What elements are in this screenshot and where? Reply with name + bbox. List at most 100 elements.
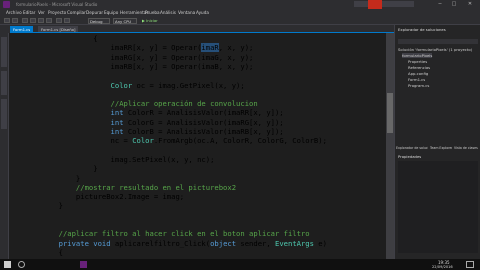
config-dropdown[interactable]: Debug xyxy=(88,17,110,24)
menu-archivo[interactable]: Archivo xyxy=(6,10,22,15)
code-token: , x, y); xyxy=(218,43,254,53)
start-button[interactable]: ▶ Iniciar xyxy=(142,18,164,24)
code-line[interactable]: Color oc = imag.GetPixel(x, y); xyxy=(24,81,245,90)
code-line[interactable]: int ColorB = AnalisisValor(imaRB[x, y]); xyxy=(24,127,284,136)
tree-project[interactable]: formularioPixels xyxy=(402,53,433,58)
properties-grid[interactable] xyxy=(398,161,478,253)
menu-analisis[interactable]: Análisis xyxy=(160,10,176,15)
code-line[interactable]: { xyxy=(24,34,98,43)
code-token: } xyxy=(24,173,81,183)
code-token: //aplicar filtro al hacer click en el bo… xyxy=(24,229,310,239)
code-line[interactable]: //aplicar filtro al hacer click en el bo… xyxy=(24,229,310,238)
quick-launch-input[interactable] xyxy=(354,1,414,7)
menu-ver[interactable]: Ver xyxy=(38,10,45,15)
menu-equipo[interactable]: Equipo xyxy=(104,10,118,15)
toolbox-tab[interactable] xyxy=(1,71,7,95)
menu-proyecto[interactable]: Proyecto xyxy=(48,10,66,15)
tree-app-config[interactable]: App.config xyxy=(408,71,428,76)
maximize-button[interactable]: □ xyxy=(448,1,460,8)
code-line[interactable]: //mostrar resultado en el picturebox2 xyxy=(24,183,236,192)
code-token: imaRR[x, y] = Operar( xyxy=(24,43,202,53)
code-token: { xyxy=(24,247,63,257)
data-sources-tab[interactable] xyxy=(1,99,7,129)
save-button[interactable] xyxy=(38,18,44,23)
tree-program[interactable]: Program.cs xyxy=(408,83,429,88)
code-token: imaR xyxy=(201,43,219,53)
code-line[interactable]: int ColorG = AnalisisValor(imaRG[x, y]); xyxy=(24,118,284,127)
tree-solution[interactable]: Solución 'formularioPixels' (1 proyecto) xyxy=(398,47,472,52)
notifications-icon[interactable] xyxy=(466,261,474,268)
vs-logo-icon xyxy=(3,1,10,8)
panel-tab-solution[interactable]: Explorador de soluciones xyxy=(396,146,428,150)
code-token: Color xyxy=(132,136,154,146)
panel-tab-classes[interactable]: Vista de clases xyxy=(454,146,478,150)
code-token: object xyxy=(210,238,237,248)
open-button[interactable] xyxy=(30,18,36,23)
taskbar-vs-icon[interactable] xyxy=(80,261,87,268)
menu-editar[interactable]: Editar xyxy=(23,10,35,15)
redo-button[interactable] xyxy=(64,18,70,23)
tree-properties[interactable]: Properties xyxy=(408,59,427,64)
menu-ayuda[interactable]: Ayuda xyxy=(196,10,209,15)
windows-start-icon[interactable] xyxy=(4,261,11,268)
code-token: imag.SetPixel(x, y, nc); xyxy=(24,154,215,164)
back-button[interactable] xyxy=(4,18,10,23)
menu-ventana[interactable]: Ventana xyxy=(178,10,195,15)
scrollbar-thumb[interactable] xyxy=(387,93,393,133)
code-token: e) xyxy=(313,238,327,248)
code-line[interactable]: imag.SetPixel(x, y, nc); xyxy=(24,154,215,164)
window-title: formularioPixels - Microsoft Visual Stud… xyxy=(16,1,98,7)
code-line[interactable]: private void aplicarelfiltro_Click(objec… xyxy=(24,239,327,248)
code-token: private void xyxy=(58,238,111,248)
menu-prueba[interactable]: Prueba xyxy=(145,10,160,15)
code-line[interactable]: imaRR[x, y] = Operar(imaR, x, y); xyxy=(24,43,254,53)
solution-search-input[interactable] xyxy=(398,39,478,44)
code-line[interactable]: //Aplicar operación de convolucion xyxy=(24,99,258,108)
menu-depurar[interactable]: Depurar xyxy=(86,10,103,15)
code-token: ColorR = AnalisisValor(imaRR[x, y]); xyxy=(123,108,284,118)
code-token: ColorB = AnalisisValor(imaRB[x, y]); xyxy=(123,127,284,136)
minimize-button[interactable]: ─ xyxy=(434,1,446,8)
editor-scrollbar[interactable] xyxy=(386,33,394,259)
forward-button[interactable] xyxy=(12,18,18,23)
server-explorer-tab[interactable] xyxy=(1,37,7,67)
code-token: Color xyxy=(110,80,133,90)
menu-compilar[interactable]: Compilar xyxy=(67,10,86,15)
taskbar-date: 22/09/2016 xyxy=(432,264,453,269)
taskbar-search-icon[interactable] xyxy=(18,261,25,268)
title-bar: formularioPixels - Microsoft Visual Stud… xyxy=(0,0,480,9)
new-file-button[interactable] xyxy=(22,18,28,23)
code-editor[interactable]: { imaRR[x, y] = Operar(imaR, x, y); imaR… xyxy=(20,33,386,259)
platform-dropdown[interactable]: Any CPU xyxy=(113,17,137,24)
code-line[interactable]: { xyxy=(24,248,63,257)
panel-tab-team[interactable]: Team Explorer xyxy=(430,146,452,150)
solution-explorer-title: Explorador de soluciones xyxy=(398,27,446,32)
notification-icon[interactable] xyxy=(368,0,382,9)
code-token: int xyxy=(110,117,124,127)
code-line[interactable]: } xyxy=(24,164,97,173)
code-line[interactable]: } xyxy=(24,174,80,183)
undo-button[interactable] xyxy=(56,18,62,23)
tree-form1[interactable]: Form1.cs xyxy=(408,77,425,82)
code-line[interactable]: imaRB[x, y] = Operar(imaB, x, y); xyxy=(24,62,254,71)
close-button[interactable]: ✕ xyxy=(464,1,476,8)
code-token: int xyxy=(110,108,124,118)
code-line[interactable]: int ColorR = AnalisisValor(imaRR[x, y]); xyxy=(24,108,284,117)
code-token: imaRG[x, y] = Operar(imaG, x, y); xyxy=(24,52,254,62)
code-line[interactable]: nc = Color.FromArgb(oc.A, ColorR, ColorG… xyxy=(24,136,327,145)
save-all-button[interactable] xyxy=(46,18,52,23)
code-line[interactable]: pictureBox2.Image = imag; xyxy=(24,192,184,201)
code-token: EventArgs xyxy=(275,238,314,248)
code-line[interactable]: } xyxy=(24,201,63,210)
code-token: oc = imag.GetPixel(x, y); xyxy=(132,80,245,90)
code-line[interactable]: imaRG[x, y] = Operar(imaG, x, y); xyxy=(24,52,254,62)
toolbar xyxy=(0,16,480,25)
properties-title: Propiedades xyxy=(398,154,422,159)
code-token: { xyxy=(24,34,98,43)
tree-references[interactable]: Referencias xyxy=(408,65,430,70)
